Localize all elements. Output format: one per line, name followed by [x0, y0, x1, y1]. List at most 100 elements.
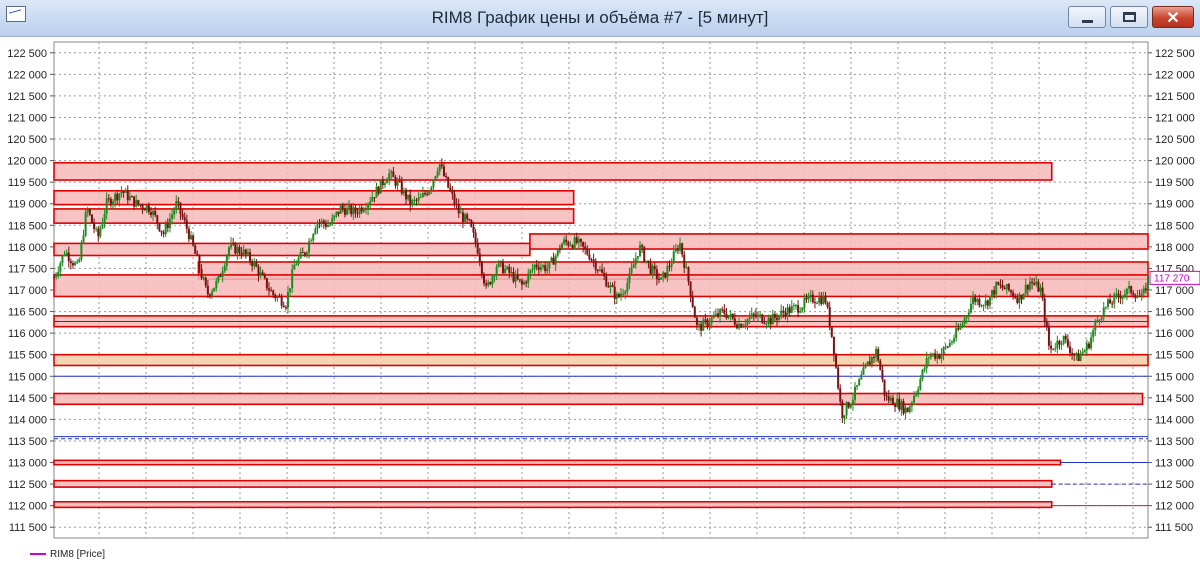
candle-body: [185, 220, 188, 229]
minimize-button[interactable]: [1068, 6, 1106, 28]
candle-body: [345, 207, 348, 215]
candle-body: [316, 222, 319, 229]
y-axis-left: 111 500 112 000 112 500 113 000 113 500 114 0…: [7, 48, 54, 534]
candle-body: [866, 361, 869, 365]
y-tick-label-left: 120 500: [7, 134, 47, 146]
candle-body: [1066, 339, 1069, 347]
candle-body: [1119, 296, 1122, 299]
candle-body: [594, 260, 597, 270]
candle-body: [491, 276, 494, 285]
candle-body: [1077, 353, 1080, 361]
candle-body: [183, 217, 186, 221]
close-button[interactable]: ✕: [1152, 6, 1194, 28]
candle-body: [223, 265, 226, 272]
candle-body: [53, 277, 55, 279]
y-tick-label-left: 119 500: [8, 177, 47, 189]
candle-body: [1115, 293, 1118, 295]
candle-body: [101, 222, 104, 229]
candle-body: [548, 262, 551, 269]
candle-body: [712, 316, 715, 318]
candle-body: [995, 282, 998, 295]
candle-body: [742, 325, 745, 328]
price-zone: [53, 208, 575, 224]
candle-body: [765, 323, 768, 325]
candle-body: [107, 198, 110, 200]
candle-body: [748, 317, 751, 320]
candle-body: [485, 283, 488, 286]
candle-body: [322, 220, 325, 224]
price-zone: [53, 479, 1053, 488]
candle-body: [135, 200, 138, 207]
candle-body: [655, 269, 658, 280]
candle-body: [936, 354, 939, 359]
candle-body: [1045, 321, 1048, 328]
candle-body: [695, 317, 698, 325]
candle-body: [476, 242, 479, 254]
candle-body: [854, 386, 857, 400]
candle-body: [542, 265, 545, 268]
candle-body: [213, 287, 216, 292]
candle-body: [691, 296, 694, 307]
candle-body: [453, 194, 456, 204]
candle-body: [61, 255, 64, 264]
candle-body: [133, 196, 136, 207]
candle-body: [246, 252, 249, 255]
candle-body: [721, 309, 724, 311]
candle-body: [809, 294, 812, 296]
y-tick-label-left: 112 000: [8, 501, 47, 513]
candle-body: [1087, 343, 1090, 349]
candle-body: [1079, 354, 1082, 361]
candle-body: [624, 291, 627, 294]
candle-body: [657, 279, 660, 281]
candle-body: [1069, 346, 1072, 353]
y-tick-label-right: 120 000: [1155, 156, 1195, 168]
y-tick-label-right: 118 500: [1155, 220, 1194, 232]
candle-body: [969, 303, 972, 313]
candle-body: [236, 247, 239, 254]
candle-body: [908, 406, 911, 413]
candle-body: [1031, 281, 1034, 284]
candle-body: [535, 264, 538, 267]
candle-body: [1064, 335, 1067, 340]
candle-body: [552, 257, 555, 265]
candle-body: [636, 256, 639, 259]
candle-body: [752, 313, 755, 315]
candle-body: [885, 395, 888, 397]
y-tick-label-left: 120 000: [7, 156, 47, 168]
y-tick-label-left: 115 500: [8, 350, 47, 362]
candle-body: [681, 243, 684, 255]
candle-body: [109, 199, 112, 206]
candle-body: [124, 189, 127, 193]
candle-body: [421, 193, 424, 197]
candle-body: [782, 310, 785, 313]
legend-label: RIM8 [Price]: [50, 549, 106, 560]
y-tick-label-right: 111 500: [1155, 522, 1193, 534]
candle-body: [537, 266, 540, 270]
candle-body: [1050, 345, 1053, 349]
candle-body: [1001, 284, 1004, 288]
candle-body: [164, 224, 167, 235]
candle-body: [573, 237, 576, 248]
candle-body: [301, 252, 304, 254]
price-chart[interactable]: 111 500 112 000 112 500 113 000 113 500 114 0…: [0, 36, 1200, 547]
candle-body: [856, 385, 859, 387]
candle-body: [847, 402, 850, 408]
candle-body: [733, 318, 736, 325]
candle-body: [367, 203, 370, 210]
candle-body: [324, 223, 327, 227]
candle-body: [651, 265, 654, 274]
price-zone: [53, 500, 1053, 509]
candle-body: [558, 248, 561, 251]
candle-body: [1058, 340, 1061, 345]
candle-body: [67, 252, 70, 262]
candle-body: [529, 270, 532, 274]
candle-body: [959, 325, 962, 330]
y-tick-label-right: 113 000: [1155, 458, 1194, 470]
candle-body: [776, 317, 779, 320]
candle-body: [948, 342, 951, 347]
candle-body: [672, 251, 675, 264]
candle-body: [807, 295, 810, 300]
candle-body: [797, 305, 800, 313]
maximize-button[interactable]: [1110, 6, 1148, 28]
candle-body: [1060, 343, 1063, 345]
